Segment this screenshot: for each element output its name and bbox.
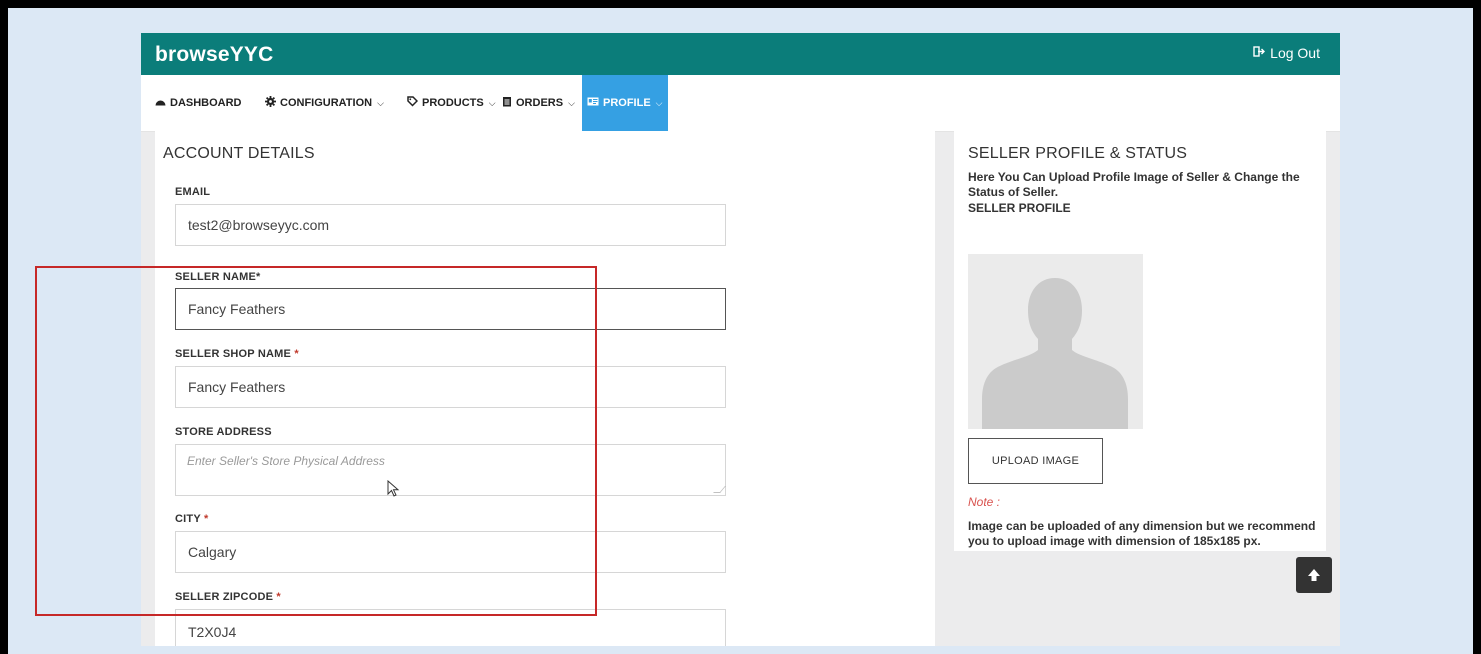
zipcode-field[interactable]: T2X0J4 — [175, 609, 726, 646]
store-address-label: STORE ADDRESS — [175, 426, 272, 438]
store-address-placeholder: Enter Seller's Store Physical Address — [187, 454, 385, 468]
seller-profile-subheading: SELLER PROFILE — [968, 201, 1071, 215]
shop-name-value: Fancy Feathers — [188, 379, 286, 395]
required-marker: * — [203, 513, 209, 525]
resize-handle-icon[interactable] — [713, 486, 726, 493]
seller-name-value: Fancy Feathers — [188, 301, 286, 317]
city-label: CITY * — [175, 513, 208, 525]
seller-name-label: SELLER NAME* — [175, 271, 261, 283]
zipcode-label-text: SELLER ZIPCODE — [175, 591, 274, 603]
chevron-down-icon: ⌵ — [655, 97, 663, 108]
city-field[interactable]: Calgary — [175, 531, 726, 573]
nav-orders[interactable]: ORDERS ⌵ — [502, 75, 575, 131]
nav-configuration[interactable]: CONFIGURATION ⌵ — [265, 75, 384, 131]
main-nav: DASHBOARD CONFIGURATION ⌵ PRODUCTS ⌵ ORD… — [141, 75, 1340, 132]
nav-configuration-label: CONFIGURATION — [280, 97, 373, 109]
chevron-down-icon: ⌵ — [568, 97, 575, 108]
avatar-silhouette-icon — [982, 278, 1128, 429]
email-field[interactable]: test2@browseyyc.com — [175, 204, 726, 246]
account-details-panel: ACCOUNT DETAILS EMAIL test2@browseyyc.co… — [155, 131, 935, 646]
city-label-text: CITY — [175, 513, 201, 525]
logout-button[interactable]: Log Out — [1253, 45, 1320, 61]
gear-icon — [265, 96, 276, 110]
shop-name-label: SELLER SHOP NAME * — [175, 348, 299, 360]
required-marker: * — [294, 348, 299, 360]
scroll-to-top-button[interactable] — [1296, 557, 1332, 593]
brand-logo[interactable]: browseYYC — [155, 43, 274, 67]
profile-image-placeholder — [968, 254, 1143, 429]
description-text: Here You Can Upload Profile Image of Sel… — [968, 170, 1300, 199]
seller-profile-description: Here You Can Upload Profile Image of Sel… — [968, 170, 1318, 216]
city-value: Calgary — [188, 544, 237, 560]
log-out-icon — [1253, 46, 1266, 60]
logout-label: Log Out — [1270, 45, 1320, 61]
chevron-down-icon: ⌵ — [377, 97, 384, 108]
clipboard-icon — [502, 96, 512, 110]
nav-profile-label: PROFILE — [603, 97, 651, 109]
seller-profile-panel: SELLER PROFILE & STATUS Here You Can Upl… — [954, 131, 1326, 551]
mouse-cursor-icon — [387, 480, 400, 497]
shop-name-field[interactable]: Fancy Feathers — [175, 366, 726, 408]
screen-background: browseYYC Log Out DASHBOARD CONFIGURATIO… — [8, 8, 1473, 654]
chevron-down-icon: ⌵ — [488, 97, 496, 108]
dashboard-icon — [155, 97, 166, 110]
app-window: browseYYC Log Out DASHBOARD CONFIGURATIO… — [141, 33, 1340, 646]
top-bar: browseYYC Log Out — [141, 33, 1340, 75]
account-details-title: ACCOUNT DETAILS — [163, 145, 315, 162]
note-text: Image can be uploaded of any dimension b… — [968, 519, 1316, 548]
email-label: EMAIL — [175, 186, 211, 198]
seller-name-field[interactable]: Fancy Feathers — [175, 288, 726, 330]
nav-dashboard-label: DASHBOARD — [170, 97, 242, 109]
zipcode-label: SELLER ZIPCODE * — [175, 591, 281, 603]
shop-name-label-text: SELLER SHOP NAME — [175, 348, 292, 360]
tag-icon — [407, 96, 419, 110]
zipcode-value: T2X0J4 — [188, 624, 237, 640]
required-marker: * — [276, 591, 281, 603]
upload-image-button[interactable]: UPLOAD IMAGE — [968, 438, 1103, 484]
id-card-icon — [587, 97, 599, 109]
nav-products-label: PRODUCTS — [422, 97, 484, 109]
nav-products[interactable]: PRODUCTS ⌵ — [407, 75, 496, 131]
store-address-textarea[interactable]: Enter Seller's Store Physical Address — [175, 444, 726, 496]
arrow-up-icon — [1308, 569, 1320, 581]
nav-dashboard[interactable]: DASHBOARD — [155, 75, 242, 131]
nav-orders-label: ORDERS — [516, 97, 564, 109]
email-value: test2@browseyyc.com — [188, 217, 330, 233]
seller-profile-title: SELLER PROFILE & STATUS — [968, 145, 1188, 162]
nav-profile[interactable]: PROFILE ⌵ — [582, 75, 668, 131]
note-label: Note : — [968, 495, 1001, 509]
